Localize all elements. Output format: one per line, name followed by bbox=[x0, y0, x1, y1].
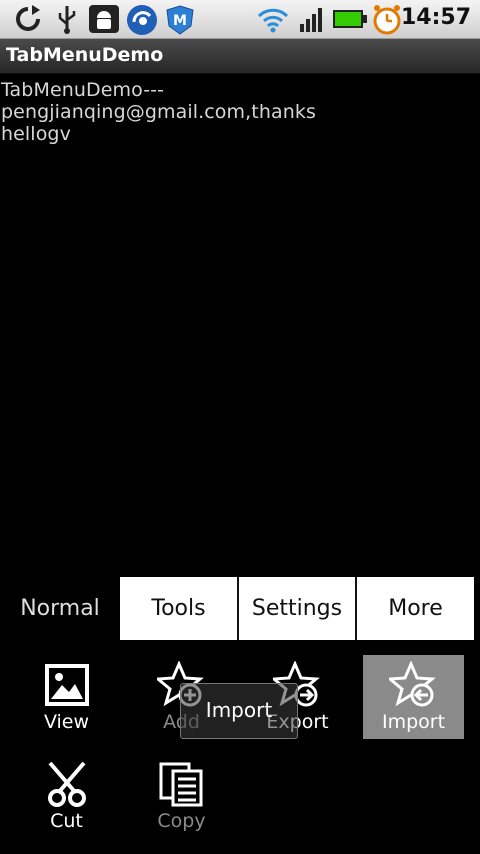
wifi-icon bbox=[257, 8, 289, 33]
tab-bar: Normal Tools Settings More bbox=[0, 577, 474, 640]
menu-item-cut[interactable]: Cut bbox=[16, 754, 117, 838]
menu-item-label: View bbox=[43, 711, 90, 733]
content-line-2: hellogv bbox=[1, 123, 71, 145]
menu-item-label: Cut bbox=[50, 810, 83, 832]
menu-item-import[interactable]: Import bbox=[363, 655, 464, 739]
picture-icon bbox=[44, 664, 89, 706]
sync-icon bbox=[16, 5, 40, 31]
shield-m-icon: M bbox=[166, 5, 194, 35]
tab-label: Normal bbox=[20, 596, 100, 621]
alarm-icon bbox=[373, 5, 401, 35]
content-line-1: TabMenuDemo---pengjianqing@gmail.com,tha… bbox=[1, 79, 316, 123]
tab-label: Settings bbox=[251, 596, 343, 621]
battery-icon bbox=[333, 10, 367, 28]
usb-icon bbox=[58, 6, 76, 34]
android-debug-icon bbox=[89, 5, 119, 33]
tab-normal[interactable]: Normal bbox=[0, 577, 120, 640]
app-title: TabMenuDemo bbox=[6, 44, 164, 66]
star-import-icon bbox=[388, 661, 436, 707]
tab-tools[interactable]: Tools bbox=[120, 577, 237, 640]
signal-icon bbox=[300, 8, 322, 32]
copy-icon bbox=[159, 762, 202, 807]
tab-more[interactable]: More bbox=[357, 577, 474, 640]
content-text: TabMenuDemo---pengjianqing@gmail.com,tha… bbox=[1, 79, 479, 145]
tab-settings[interactable]: Settings bbox=[239, 577, 355, 640]
app-title-bar: TabMenuDemo bbox=[0, 39, 480, 74]
status-time: 14:57 bbox=[400, 5, 471, 30]
toast-message: Import bbox=[180, 683, 298, 739]
toast-text: Import bbox=[205, 698, 273, 722]
tab-label: Tools bbox=[151, 596, 206, 621]
tab-label: More bbox=[388, 596, 443, 621]
menu-item-label: Import bbox=[381, 711, 446, 733]
app-swirl-icon bbox=[127, 5, 157, 35]
status-bar: M 14:57 bbox=[0, 0, 480, 39]
scissors-icon bbox=[47, 761, 86, 807]
menu-item-label: Copy bbox=[157, 810, 206, 832]
menu-item-view[interactable]: View bbox=[16, 655, 117, 739]
menu-item-copy[interactable]: Copy bbox=[131, 754, 232, 838]
svg-text:M: M bbox=[173, 13, 187, 29]
